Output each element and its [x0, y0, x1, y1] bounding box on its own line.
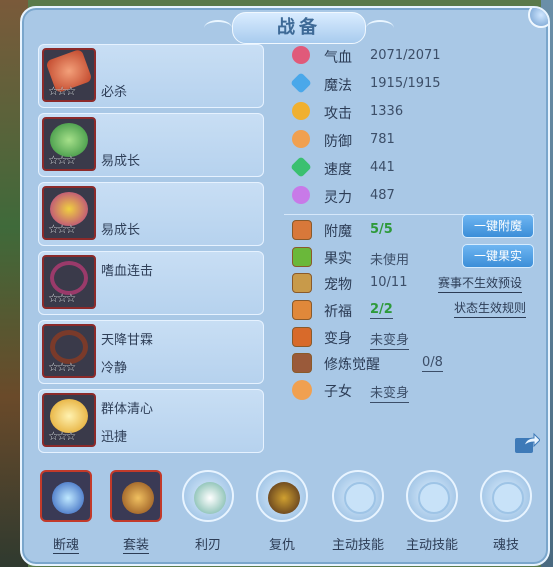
speed-icon	[290, 156, 312, 178]
slot-active-skill-1[interactable]: 主动技能	[328, 466, 388, 556]
enchant-all-button[interactable]: 一键附魔	[462, 214, 534, 238]
enchant-icon	[292, 220, 312, 240]
stat-row-hp: 气血 2071/2071	[284, 42, 544, 70]
equipment-trait: 迅捷	[101, 430, 128, 445]
fruit-icon	[292, 246, 312, 267]
revenge-icon	[268, 482, 300, 514]
stat-row-attack: 攻击 1336	[284, 98, 544, 126]
helmet-icon: ☆☆☆	[42, 117, 96, 171]
share-icon[interactable]	[514, 432, 540, 454]
fruit-all-button[interactable]: 一键果实	[462, 244, 534, 268]
boots-icon: ☆☆☆	[42, 393, 96, 447]
slot-soul-skill[interactable]: 魂技	[476, 466, 536, 556]
slot-sharp-blade[interactable]: 利刃	[178, 466, 238, 556]
soul-orb-icon	[52, 482, 84, 514]
transform-icon	[292, 326, 312, 347]
attack-icon	[292, 102, 310, 120]
stat-row-mp: 魔法 1915/1915	[284, 70, 544, 98]
equipment-slot-4[interactable]: ☆☆☆ 嗜血连击	[38, 251, 264, 315]
stat-row-defense: 防御 781	[284, 126, 544, 154]
status-rules-link[interactable]: 状态生效规则	[454, 299, 527, 318]
equipment-effect: 天降甘霖	[101, 333, 154, 348]
equipment-trait: 易成长	[101, 154, 141, 169]
title-ornament-right	[366, 20, 394, 36]
pet-icon	[292, 273, 312, 294]
extra-row-cultivation: 修炼觉醒 0/8	[284, 351, 544, 378]
equipment-slot-5[interactable]: ☆☆☆ 天降甘霖 冷静	[38, 320, 264, 384]
slot-soul-break[interactable]: 断魂	[36, 466, 96, 556]
slot-active-skill-2[interactable]: 主动技能	[402, 466, 462, 556]
equipment-slot-3[interactable]: ☆☆☆ 易成长	[38, 182, 264, 246]
equipment-slot-6[interactable]: ☆☆☆ 群体清心 迅捷	[38, 389, 264, 453]
empty-slot-icon	[418, 482, 450, 514]
belt-icon: ☆☆☆	[42, 324, 96, 378]
close-button[interactable]	[528, 8, 548, 28]
children-icon	[292, 380, 312, 401]
cultivation-icon	[292, 353, 312, 374]
mana-icon	[290, 72, 312, 94]
title-ornament-left	[204, 20, 232, 36]
suit-icon	[122, 482, 154, 514]
slot-revenge[interactable]: 复仇	[252, 466, 312, 556]
heart-icon	[292, 46, 310, 64]
equipment-trait: 易成长	[101, 223, 141, 238]
spirit-icon	[292, 186, 310, 204]
extra-row-children: 子女 未变身	[284, 378, 544, 405]
event-preset-link[interactable]: 赛事不生效预设	[438, 274, 523, 293]
weapon-icon: ☆☆☆	[42, 48, 96, 102]
equipment-trait: 冷静	[101, 361, 128, 376]
equipment-effect: 嗜血连击	[101, 264, 154, 279]
battle-prep-panel: 战备 ☆☆☆ 必杀 ☆☆☆ 易成长 ☆☆☆ 易成长 ☆☆☆ 嗜血连击 ☆☆☆ 天…	[20, 6, 550, 566]
empty-slot-icon	[344, 482, 376, 514]
equipment-effect: 群体清心	[101, 402, 154, 417]
empty-slot-icon	[492, 482, 524, 514]
slot-suit[interactable]: 套装	[106, 466, 166, 556]
blessing-icon	[292, 300, 312, 321]
skill-slot-bar: 断魂 套装 利刃 复仇 主动技能 主动技能 魂技	[36, 466, 546, 556]
blade-icon	[194, 482, 226, 514]
equipment-slot-2[interactable]: ☆☆☆ 易成长	[38, 113, 264, 177]
equipment-list: ☆☆☆ 必杀 ☆☆☆ 易成长 ☆☆☆ 易成长 ☆☆☆ 嗜血连击 ☆☆☆ 天降甘霖…	[38, 44, 264, 458]
attribute-list: 气血 2071/2071 魔法 1915/1915 攻击 1336 防御 781…	[284, 42, 544, 210]
necklace-icon: ☆☆☆	[42, 255, 96, 309]
extra-row-transform: 变身 未变身	[284, 325, 544, 352]
equipment-trait: 必杀	[101, 85, 128, 100]
stat-row-spirit: 灵力 487	[284, 182, 544, 210]
armor-icon: ☆☆☆	[42, 186, 96, 240]
defense-icon	[292, 130, 310, 148]
panel-title: 战备	[232, 12, 366, 44]
stat-row-speed: 速度 441	[284, 154, 544, 182]
equipment-slot-1[interactable]: ☆☆☆ 必杀	[38, 44, 264, 108]
